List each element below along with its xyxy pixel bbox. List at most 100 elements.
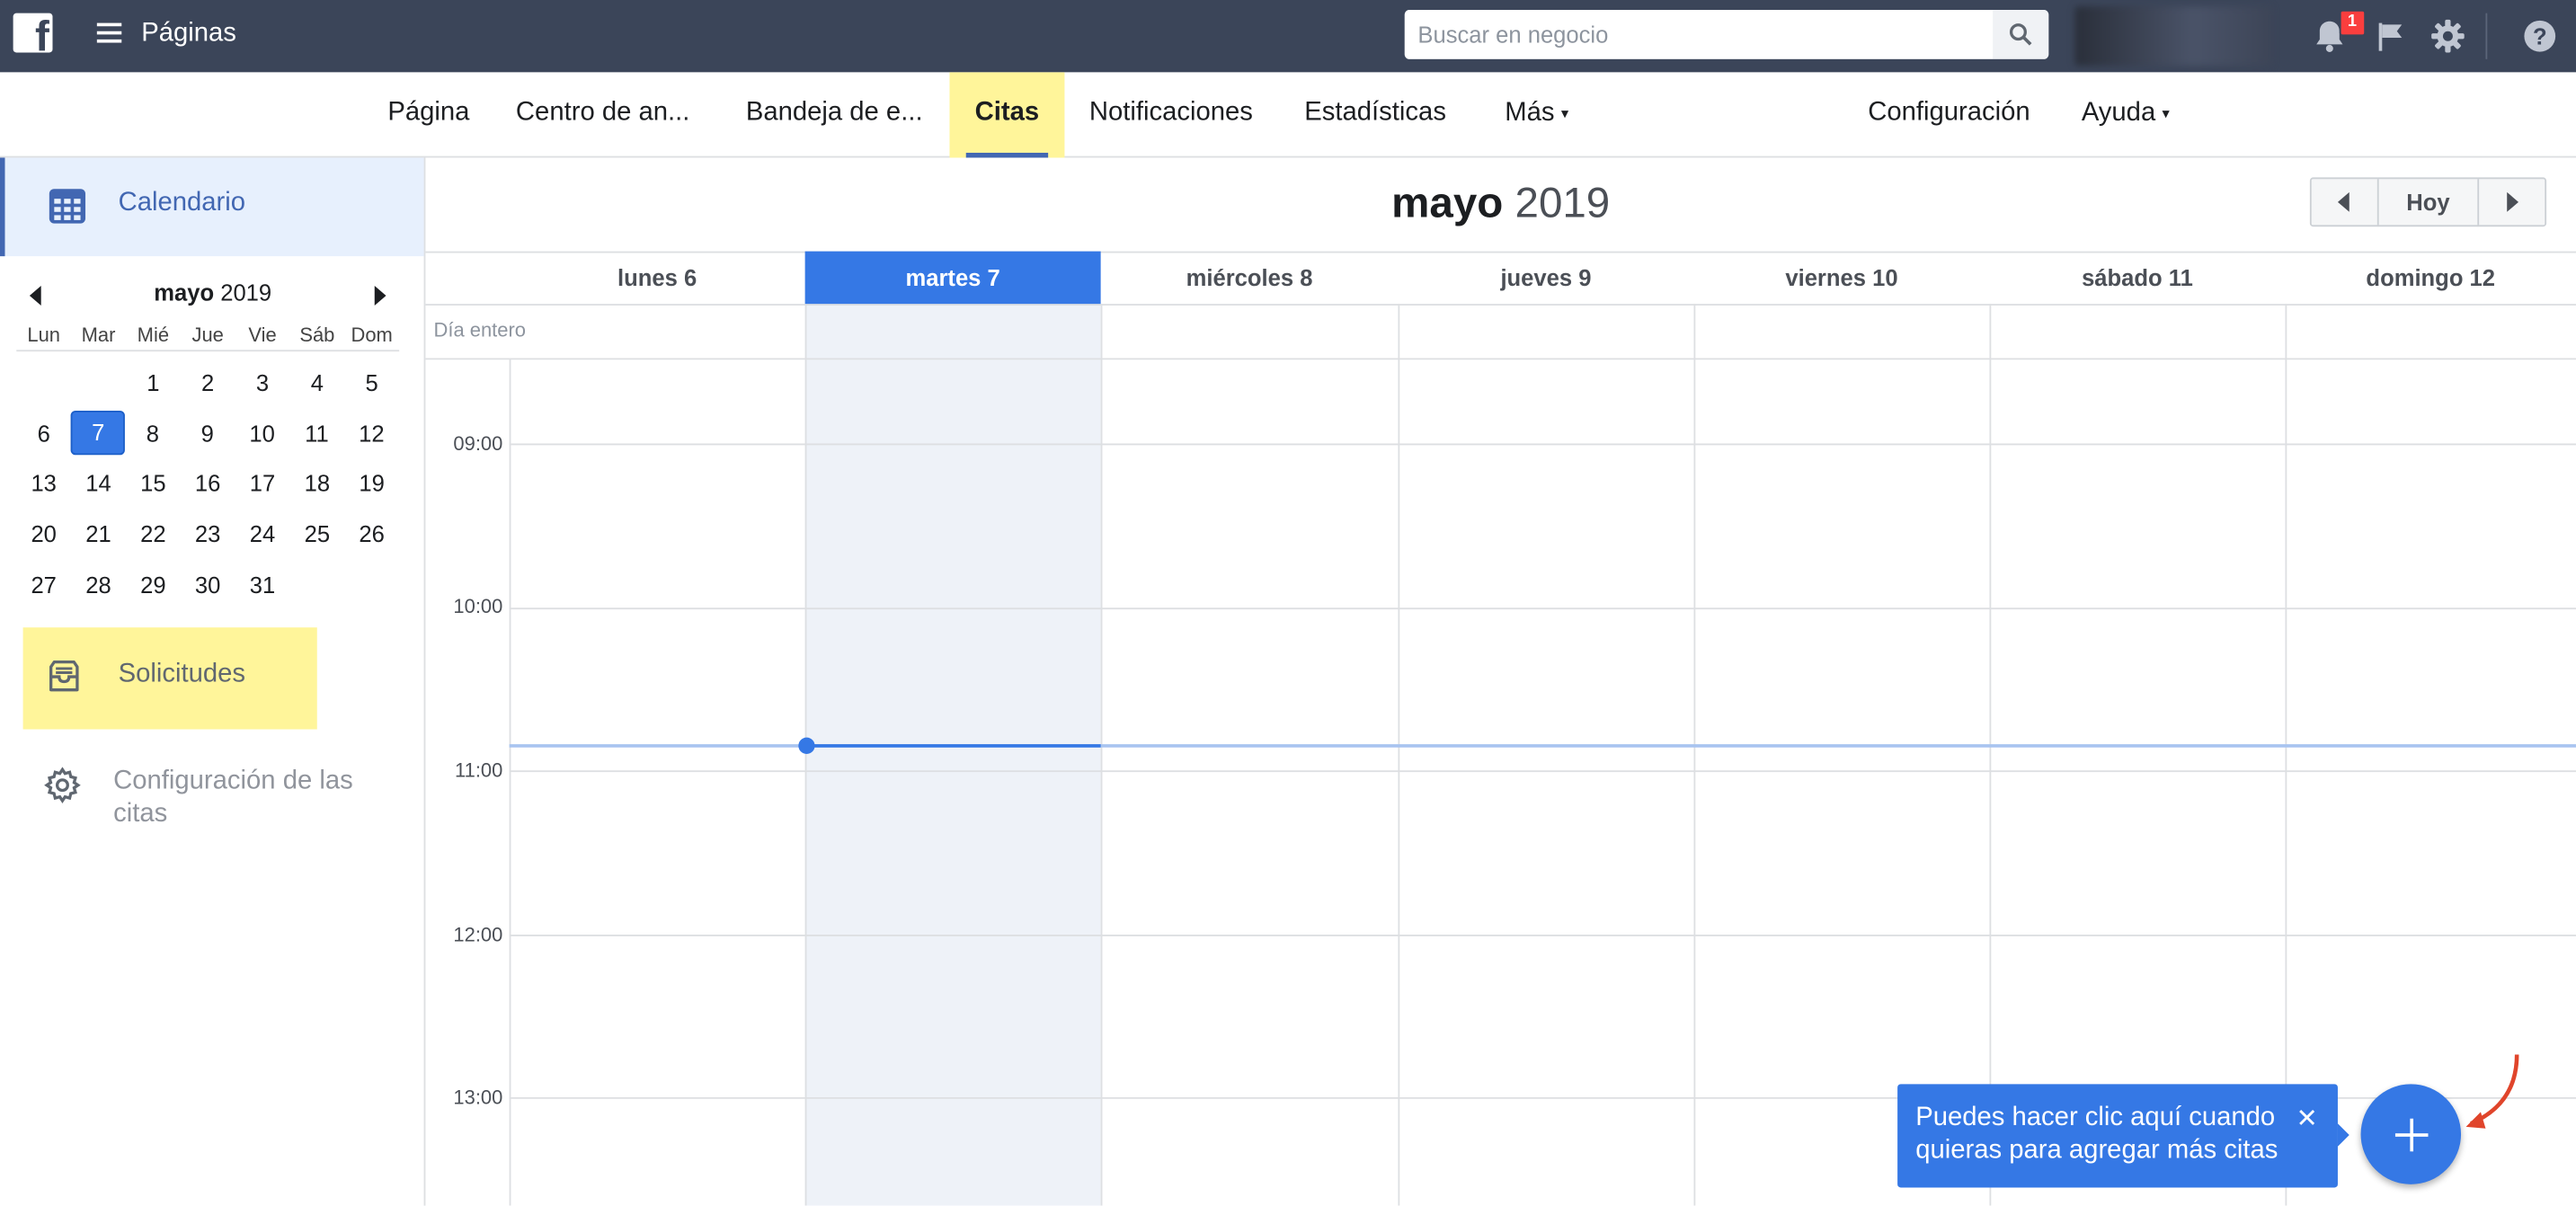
sidebar: Calendario mayo 2019 Lun Mar Mié Jue Vie Sáb D…	[0, 157, 426, 1206]
mini-calendar-day[interactable]: 18	[289, 471, 344, 497]
day-header-sunday[interactable]: domingo 12	[2285, 252, 2576, 304]
mini-calendar-day[interactable]: 23	[181, 521, 235, 547]
mini-calendar-grid: Lun Mar Mié Jue Vie Sáb Dom 1 2 3 4 5 6 7 8 9 10 11 12 13 14…	[16, 322, 400, 609]
mini-calendar-next-arrow-icon[interactable]	[374, 286, 386, 306]
tab-centro-de-anuncios[interactable]: Centro de an...	[502, 72, 703, 157]
hour-label: 10:00	[453, 594, 503, 618]
add-appointment-button[interactable]	[2360, 1084, 2462, 1184]
mini-calendar-day[interactable]: 15	[126, 471, 181, 497]
tab-ayuda[interactable]: Ayuda ▾	[2068, 72, 2182, 157]
mini-calendar-day[interactable]: 16	[181, 471, 235, 497]
add-appointment-tooltip: Puedes hacer clic aquí cuando quieras pa…	[1897, 1084, 2349, 1188]
mini-calendar-day[interactable]: 8	[125, 421, 180, 447]
mini-calendar-day[interactable]: 20	[16, 521, 71, 547]
mini-calendar-week: 27 28 29 30 31	[16, 559, 399, 609]
mini-calendar-day[interactable]: 1	[126, 370, 181, 396]
hour-label: 09:00	[453, 431, 503, 456]
facebook-logo[interactable]: f	[13, 13, 53, 53]
flag-icon[interactable]	[2371, 16, 2411, 56]
week-calendar: mayo 2019 Hoy lunes 6 martes 7 miércoles…	[425, 157, 2576, 1206]
hour-label: 12:00	[453, 923, 503, 946]
chevron-down-icon: ▾	[2162, 104, 2170, 122]
annotation-arrow-icon	[2465, 1054, 2519, 1129]
mini-calendar-day[interactable]: 30	[181, 571, 235, 597]
mini-calendar-day[interactable]: 9	[180, 421, 235, 447]
mini-calendar-day[interactable]: 25	[289, 521, 344, 547]
mini-calendar-day[interactable]: 2	[181, 370, 235, 396]
tab-estadisticas[interactable]: Estadísticas	[1292, 72, 1460, 157]
mini-calendar-day[interactable]: 19	[344, 471, 399, 497]
svg-text:?: ?	[2533, 24, 2547, 49]
search-icon	[2009, 23, 2032, 46]
tab-citas[interactable]: Citas	[949, 72, 1065, 158]
page-nav-bar: Página Centro de an... Bandeja de e... C…	[0, 72, 2576, 158]
weekday-label: Jue	[191, 323, 224, 346]
sidebar-item-requests[interactable]: Solicitudes	[22, 627, 317, 730]
mini-calendar-day[interactable]: 26	[344, 521, 399, 547]
sidebar-item-label: Solicitudes	[118, 660, 246, 688]
day-header-saturday[interactable]: sábado 11	[1989, 252, 2285, 304]
mini-calendar-day[interactable]: 4	[289, 370, 344, 396]
gear-icon	[44, 767, 81, 804]
tab-notificaciones[interactable]: Notificaciones	[1076, 72, 1266, 157]
help-icon[interactable]: ?	[2520, 16, 2560, 56]
mini-calendar-day[interactable]: 7	[72, 412, 124, 455]
tab-configuracion[interactable]: Configuración	[1855, 72, 2044, 157]
search-box	[1404, 9, 2049, 59]
tab-ayuda-label: Ayuda	[2081, 99, 2156, 128]
mini-calendar-week: 12345	[16, 358, 399, 408]
mini-calendar-day[interactable]: 31	[235, 571, 290, 597]
search-button[interactable]	[1993, 9, 2049, 59]
mini-calendar-day[interactable]: 12	[344, 421, 399, 447]
weekday-label: Sáb	[299, 323, 335, 346]
mini-calendar-year: 2019	[220, 279, 272, 306]
selected-day-column	[804, 304, 1101, 1206]
mini-calendar-day[interactable]: 22	[126, 521, 181, 547]
day-header-thursday[interactable]: jueves 9	[1398, 252, 1693, 304]
day-header-wednesday[interactable]: miércoles 8	[1101, 252, 1399, 304]
mini-calendar-day[interactable]: 28	[71, 571, 126, 597]
mini-calendar-week: 13 14 15 16 17 18 19	[16, 458, 399, 509]
chevron-down-icon: ▾	[1560, 104, 1569, 122]
mini-calendar-day[interactable]: 5	[344, 370, 399, 396]
mini-calendar-day[interactable]: 17	[235, 471, 290, 497]
mini-calendar-day[interactable]: 3	[235, 370, 290, 396]
calendar-grid	[425, 251, 2576, 1206]
weekday-label: Mar	[81, 323, 116, 346]
hamburger-menu-icon[interactable]	[96, 22, 122, 43]
search-input[interactable]	[1404, 9, 1994, 59]
mini-calendar-weekdays: Lun Mar Mié Jue Vie Sáb Dom	[16, 322, 400, 352]
mini-calendar-week: 20 21 22 23 24 25 26	[16, 509, 399, 559]
mini-calendar-day[interactable]: 10	[235, 421, 289, 447]
mini-calendar-day[interactable]: 27	[16, 571, 71, 597]
mini-calendar-week: 6 7 8 9 10 11 12	[16, 408, 399, 458]
day-header-monday[interactable]: lunes 6	[510, 252, 805, 304]
mini-calendar-day[interactable]: 13	[16, 471, 71, 497]
tab-pagina[interactable]: Página	[375, 72, 483, 157]
mini-calendar-day[interactable]: 29	[126, 571, 181, 597]
tab-bandeja-de-entrada[interactable]: Bandeja de e...	[733, 72, 936, 157]
mini-calendar-day[interactable]: 6	[16, 421, 71, 447]
weekday-label: Lun	[27, 323, 61, 346]
toolbar-divider	[2485, 13, 2488, 59]
day-header-tuesday[interactable]: martes 7	[804, 251, 1101, 305]
mini-calendar-day[interactable]: 14	[71, 471, 126, 497]
close-icon[interactable]: ✕	[2296, 1104, 2319, 1137]
tab-mas[interactable]: Más ▾	[1492, 72, 1582, 157]
day-header-friday[interactable]: viernes 10	[1693, 252, 1989, 304]
hour-label: 11:00	[455, 758, 503, 783]
weekday-label: Mié	[137, 323, 170, 346]
notification-count-badge: 1	[2339, 9, 2366, 37]
mini-calendar-day[interactable]: 21	[71, 521, 126, 547]
mini-calendar-day[interactable]: 24	[235, 521, 290, 547]
profile-avatar[interactable]	[2074, 6, 2272, 67]
gear-icon[interactable]	[2428, 16, 2467, 56]
all-day-label: Día entero	[433, 318, 526, 342]
plus-icon	[2394, 1117, 2428, 1151]
sidebar-item-calendar[interactable]: Calendario	[0, 157, 424, 257]
app-title[interactable]: Páginas	[141, 20, 236, 49]
mini-calendar-day[interactable]: 11	[289, 421, 344, 447]
sidebar-item-label: Configuración de las citas	[113, 767, 353, 829]
mini-calendar-month: mayo	[154, 279, 215, 306]
calendar-icon	[49, 189, 86, 224]
